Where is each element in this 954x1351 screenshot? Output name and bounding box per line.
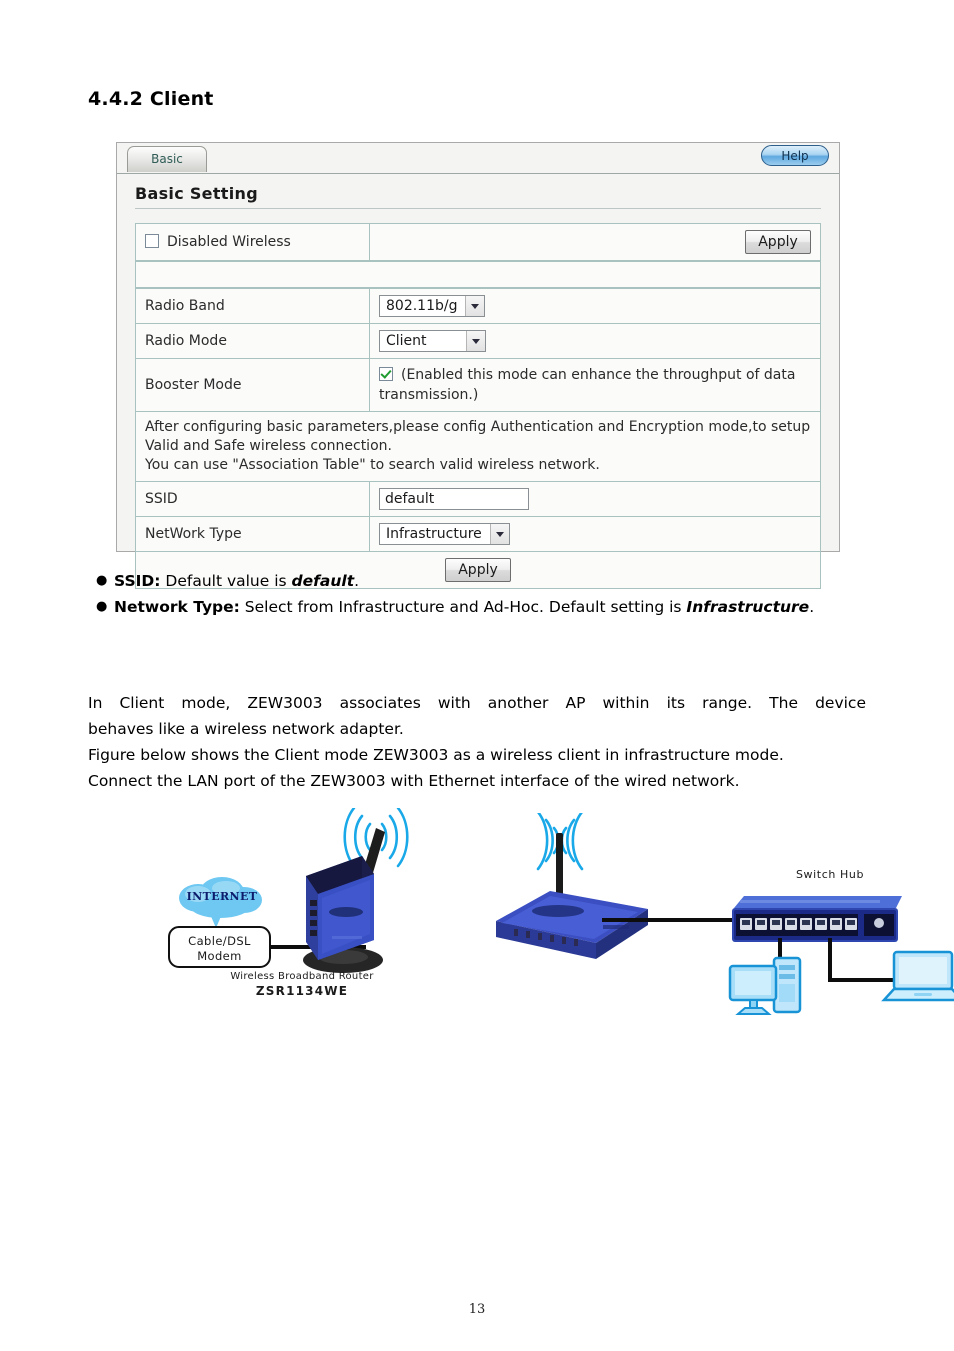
radio-band-select[interactable]: 802.11b/g [379, 295, 486, 317]
paragraph-line-3: Figure below shows the Client mode ZEW30… [88, 746, 784, 764]
bullet-marker: ● [96, 573, 108, 588]
table-row: NetWork Type Infrastructure [135, 516, 821, 552]
booster-mode-label: Booster Mode [135, 358, 370, 412]
table-row: Disabled Wireless Apply [135, 223, 821, 261]
bullet-list: ● SSID: Default value is default. ● Netw… [92, 568, 882, 620]
page-number: 13 [468, 1302, 486, 1317]
bullet-tail: . [809, 598, 815, 616]
spacer-cell [135, 261, 821, 288]
network-type-cell: Infrastructure [369, 516, 821, 552]
radio-band-label: Radio Band [135, 288, 370, 324]
bullet-content: Network Type: Select from Infrastructure… [114, 594, 882, 620]
bullet-emphasis: default [291, 572, 355, 590]
disabled-wireless-apply-cell: Apply [369, 223, 821, 261]
panel-body: Basic Setting Disabled Wireless Apply Ra… [117, 174, 839, 601]
configuration-note-line1: After configuring basic parameters,pleas… [145, 419, 811, 454]
wireless-broadband-router-icon [266, 806, 436, 988]
modem-label-line1: Cable/DSL [188, 934, 251, 948]
configuration-note-line2: You can use "Association Table" to searc… [145, 457, 600, 473]
switch-hub-label: Switch Hub [795, 868, 865, 881]
cable-dsl-modem-box: Cable/DSL Modem [168, 926, 271, 968]
access-point-icon [478, 810, 678, 988]
list-item: ● Network Type: Select from Infrastructu… [92, 594, 882, 620]
bullet-marker: ● [96, 599, 108, 614]
paragraph-line-1: In Client mode, ZEW3003 associates with … [88, 694, 866, 712]
description-paragraph: In Client mode, ZEW3003 associates with … [88, 690, 866, 794]
radio-mode-select[interactable]: Client [379, 330, 486, 352]
list-item: ● SSID: Default value is default. [92, 568, 882, 594]
page-title: 4.4.2 Client [88, 88, 214, 110]
disabled-wireless-checkbox[interactable] [145, 234, 159, 248]
disabled-wireless-cell: Disabled Wireless [135, 223, 370, 261]
paragraph-line-4: Connect the LAN port of the ZEW3003 with… [88, 772, 740, 790]
radio-band-cell: 802.11b/g [369, 288, 821, 324]
table-row: SSID default [135, 481, 821, 517]
desktop-computer-icon [726, 948, 810, 1020]
ssid-cell: default [369, 481, 821, 517]
bullet-term: Network Type: [114, 598, 240, 616]
internet-cloud-label: INTERNET [186, 890, 258, 903]
laptop-icon [880, 948, 954, 1008]
radio-mode-cell: Client [369, 323, 821, 359]
table-row: After configuring basic parameters,pleas… [135, 411, 821, 482]
network-diagram: INTERNET Cable/DSL Modem Wireless Broadb… [80, 806, 954, 1023]
chevron-down-icon [465, 296, 485, 316]
configuration-note: After configuring basic parameters,pleas… [135, 411, 821, 482]
router-admin-panel: Basic Help Basic Setting Disabled Wirele… [116, 142, 840, 589]
disabled-wireless-table: Disabled Wireless Apply [135, 223, 821, 261]
wire-switch-laptop-vertical [828, 938, 832, 980]
internet-cloud-icon: INTERNET [172, 876, 262, 928]
switch-hub-icon [728, 890, 908, 952]
radio-band-value: 802.11b/g [386, 298, 458, 314]
router-caption-text: Wireless Broadband Router [230, 971, 374, 982]
table-row: Radio Band 802.11b/g [135, 288, 821, 324]
basic-setting-title: Basic Setting [135, 184, 821, 209]
booster-mode-checkbox[interactable] [379, 367, 393, 381]
spacer-row [135, 261, 821, 288]
radio-mode-label: Radio Mode [135, 323, 370, 359]
basic-settings-table: Radio Band 802.11b/g Radio Mode Client B… [135, 288, 821, 589]
booster-mode-description: (Enabled this mode can enhance the throu… [379, 367, 796, 403]
bullet-term: SSID: [114, 572, 161, 590]
tab-basic[interactable]: Basic [127, 146, 207, 172]
chevron-down-icon [489, 524, 509, 544]
booster-mode-cell: (Enabled this mode can enhance the throu… [369, 358, 821, 412]
chevron-down-icon [466, 331, 485, 351]
network-type-value: Infrastructure [386, 526, 482, 542]
radio-mode-value: Client [386, 333, 427, 349]
bullet-content: SSID: Default value is default. [114, 568, 882, 594]
router-model-text: ZSR1134WE [255, 984, 349, 998]
network-type-label: NetWork Type [135, 516, 370, 552]
table-row: Radio Mode Client [135, 323, 821, 359]
ssid-input[interactable]: default [379, 488, 529, 510]
bullet-tail: . [354, 572, 360, 590]
paragraph-line-2: behaves like a wireless network adapter. [88, 720, 404, 738]
spacer-table [135, 261, 821, 288]
bullet-body: Default value is [160, 572, 292, 590]
router-caption: Wireless Broadband Router ZSR1134WE [212, 970, 392, 998]
table-row: Booster Mode (Enabled this mode can enha… [135, 358, 821, 412]
bullet-body: Select from Infrastructure and Ad-Hoc. D… [239, 598, 687, 616]
disabled-wireless-label: Disabled Wireless [167, 234, 291, 250]
network-type-select[interactable]: Infrastructure [379, 523, 510, 545]
apply-button-top[interactable]: Apply [745, 230, 811, 254]
panel-topbar: Basic Help [117, 143, 839, 174]
help-button[interactable]: Help [761, 145, 829, 166]
ssid-label: SSID [135, 481, 370, 517]
bullet-emphasis: Infrastructure [686, 598, 810, 616]
modem-label-line2: Modem [197, 949, 242, 963]
